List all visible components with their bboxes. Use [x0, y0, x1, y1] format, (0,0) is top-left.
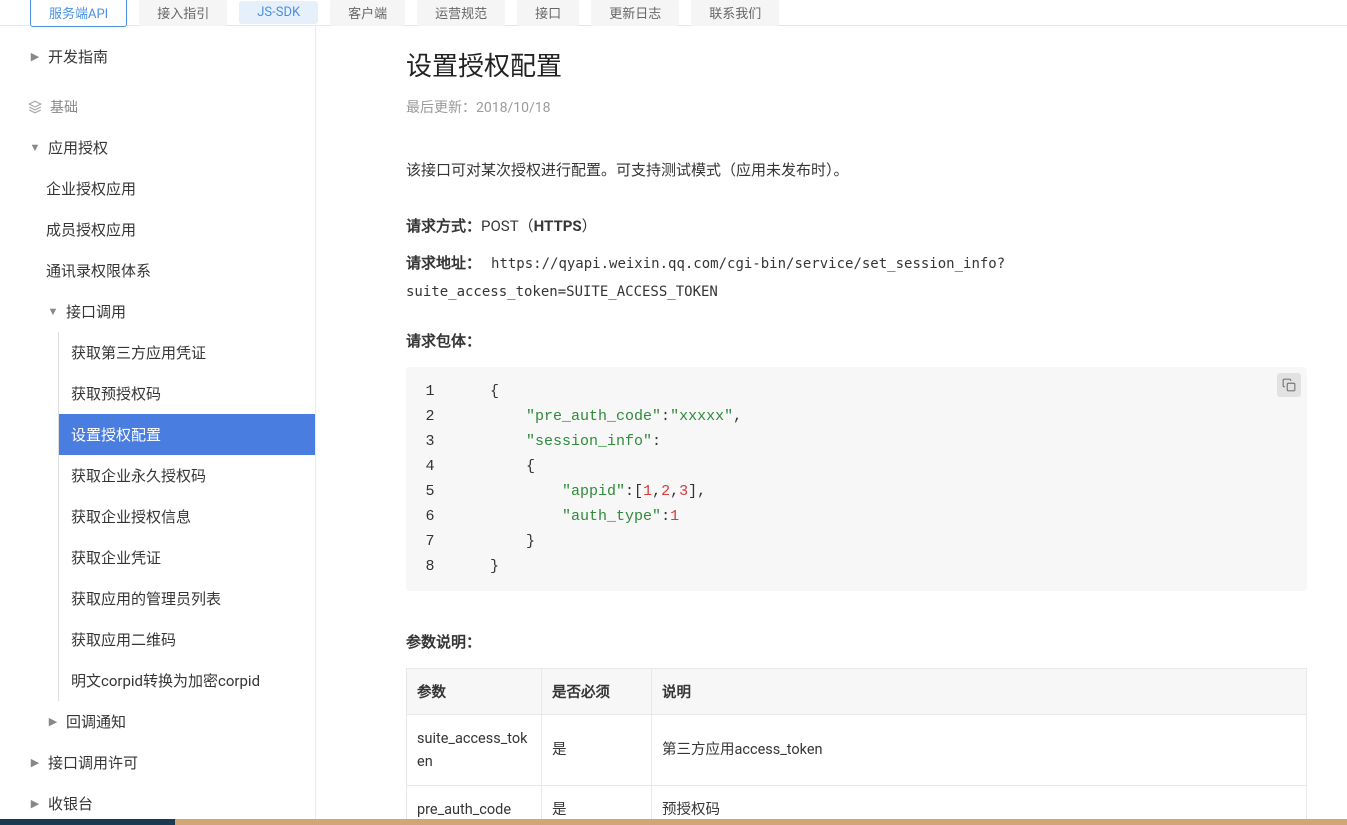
copy-icon [1282, 378, 1296, 392]
sidebar-item-label: 应用授权 [48, 137, 108, 158]
chevron-right-icon: ▶ [28, 756, 42, 769]
sidebar-item-label: 回调通知 [66, 711, 126, 732]
request-url: 请求地址：https://qyapi.weixin.qq.com/cgi-bin… [406, 249, 1307, 306]
last-updated: 最后更新：2018/10/18 [406, 97, 1307, 117]
description: 该接口可对某次授权进行配置。可支持测试模式（应用未发布时）。 [406, 157, 1307, 184]
sidebar-item-label: 设置授权配置 [71, 424, 161, 445]
sidebar-enterprise-auth-app[interactable]: 企业授权应用 [0, 168, 315, 209]
sidebar-item-label: 获取应用的管理员列表 [71, 588, 221, 609]
sidebar-item-label: 接口调用 [66, 301, 126, 322]
chevron-right-icon: ▶ [28, 797, 42, 810]
sidebar-api-item-active[interactable]: 设置授权配置 [59, 414, 315, 455]
sidebar-item-label: 获取应用二维码 [71, 629, 176, 650]
top-tab[interactable]: 运营规范 [417, 0, 505, 26]
code-block: 1 { 2 "pre_auth_code":"xxxxx", 3 "sessio… [406, 367, 1307, 591]
chevron-right-icon: ▶ [28, 50, 42, 63]
sidebar-item-label: 获取企业永久授权码 [71, 465, 206, 486]
chevron-down-icon: ▼ [46, 305, 60, 318]
bottom-progress-bar [0, 819, 1347, 825]
top-tab[interactable]: 客户端 [330, 0, 405, 26]
sidebar-api-calls[interactable]: ▼ 接口调用 [0, 291, 315, 332]
top-tab[interactable]: JS-SDK [239, 1, 318, 24]
table-row: suite_access_token是第三方应用access_token [407, 714, 1307, 785]
request-method: 请求方式：POST（HTTPS） [406, 212, 1307, 241]
top-tab[interactable]: 服务端API [30, 0, 127, 27]
th-required: 是否必须 [542, 668, 652, 714]
sidebar-item-label: 成员授权应用 [46, 219, 136, 240]
sidebar-api-item[interactable]: 获取企业凭证 [59, 537, 315, 578]
sidebar-api-item[interactable]: 明文corpid转换为加密corpid [59, 660, 315, 701]
top-tab[interactable]: 联系我们 [691, 0, 779, 26]
chevron-right-icon: ▶ [46, 715, 60, 728]
sidebar-api-item[interactable]: 获取企业授权信息 [59, 496, 315, 537]
sidebar-api-item[interactable]: 获取应用的管理员列表 [59, 578, 315, 619]
sidebar-item-label: 获取企业授权信息 [71, 506, 191, 527]
sidebar-item-label: 明文corpid转换为加密corpid [71, 670, 260, 691]
sidebar-api-permission[interactable]: ▶ 接口调用许可 [0, 742, 315, 783]
param-table: 参数 是否必须 说明 suite_access_token是第三方应用acces… [406, 668, 1307, 825]
sidebar-section-basics: 基础 [0, 77, 315, 127]
layers-icon [28, 100, 42, 114]
th-param: 参数 [407, 668, 542, 714]
top-tab[interactable]: 更新日志 [591, 0, 679, 26]
top-tab-bar: 服务端API 接入指引 JS-SDK 客户端 运营规范 接口 更新日志 联系我们 [0, 0, 1347, 26]
sidebar-item-label: 基础 [50, 97, 78, 117]
sidebar-api-item[interactable]: 获取第三方应用凭证 [59, 332, 315, 373]
top-tab[interactable]: 接入指引 [139, 0, 227, 26]
sidebar-app-auth[interactable]: ▼ 应用授权 [0, 127, 315, 168]
sidebar-item-label: 开发指南 [48, 46, 108, 67]
main-content: 设置授权配置 最后更新：2018/10/18 该接口可对某次授权进行配置。可支持… [316, 26, 1347, 825]
sidebar-address-book[interactable]: 通讯录权限体系 [0, 250, 315, 291]
param-section-label: 参数说明： [406, 631, 1307, 652]
sidebar-dev-guide[interactable]: ▶ 开发指南 [0, 36, 315, 77]
sidebar-api-item[interactable]: 获取预授权码 [59, 373, 315, 414]
sidebar-item-label: 获取第三方应用凭证 [71, 342, 206, 363]
sidebar: ▶ 开发指南 基础 ▼ 应用授权 企业授权应用 成员授权应用 通讯录权限体系 ▼… [0, 26, 316, 825]
sidebar-item-label: 企业授权应用 [46, 178, 136, 199]
sidebar-item-label: 通讯录权限体系 [46, 260, 151, 281]
sidebar-member-auth-app[interactable]: 成员授权应用 [0, 209, 315, 250]
chevron-down-icon: ▼ [28, 141, 42, 154]
sidebar-checkout[interactable]: ▶ 收银台 [0, 783, 315, 824]
request-body-label: 请求包体： [406, 330, 1307, 351]
copy-button[interactable] [1277, 373, 1301, 397]
sidebar-item-label: 获取预授权码 [71, 383, 161, 404]
sidebar-item-label: 获取企业凭证 [71, 547, 161, 568]
top-tab[interactable]: 接口 [517, 0, 579, 26]
sidebar-item-label: 接口调用许可 [48, 752, 138, 773]
sidebar-api-item[interactable]: 获取应用二维码 [59, 619, 315, 660]
sidebar-callback[interactable]: ▶ 回调通知 [0, 701, 315, 742]
sidebar-item-label: 收银台 [48, 793, 93, 814]
page-title: 设置授权配置 [406, 46, 1307, 83]
th-description: 说明 [652, 668, 1307, 714]
sidebar-api-item[interactable]: 获取企业永久授权码 [59, 455, 315, 496]
